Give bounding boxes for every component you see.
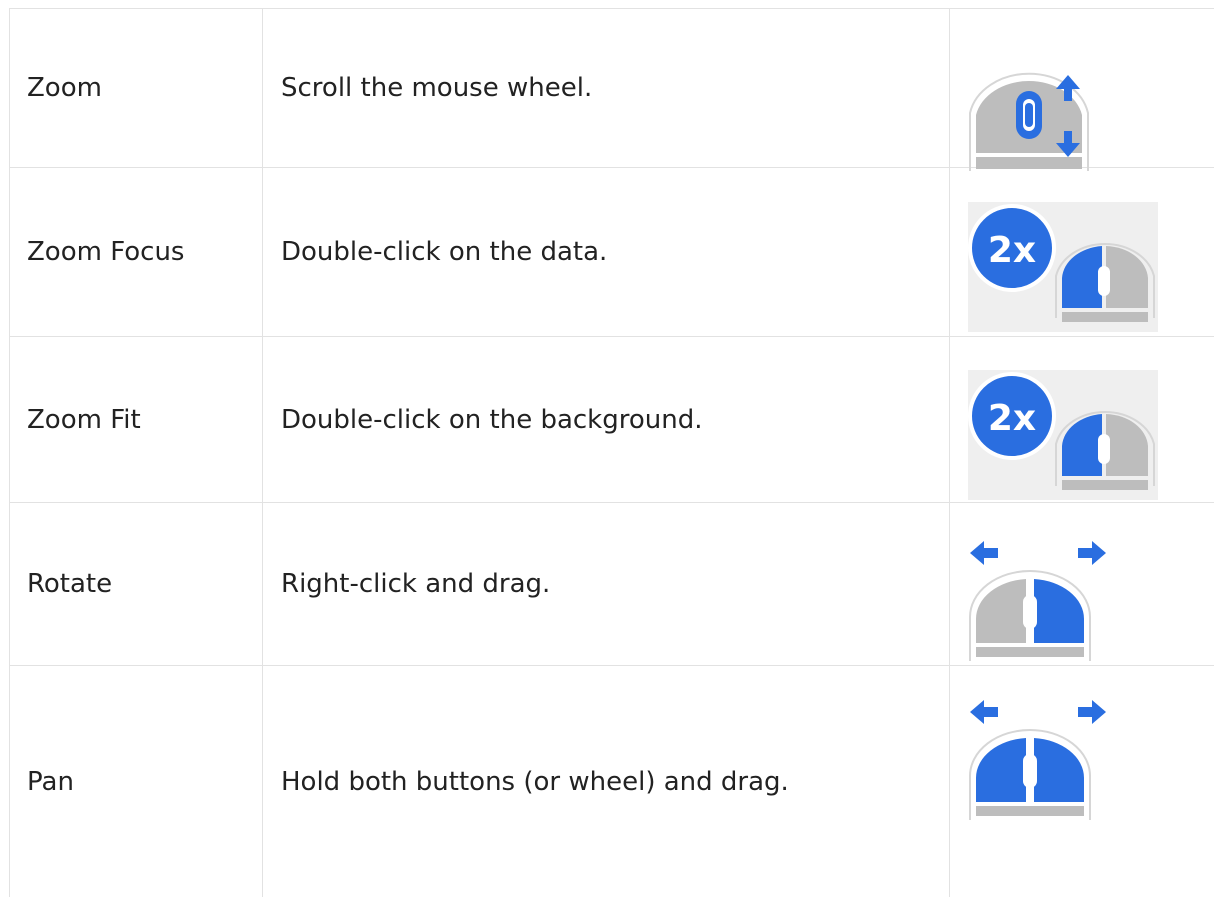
mouse-double-click-icon: 2x bbox=[968, 202, 1158, 332]
mouse-controls-table: Zoom Scroll the mouse wheel. Zoom Focus … bbox=[0, 0, 1214, 897]
action-description: Double-click on the data. bbox=[281, 237, 608, 267]
action-label: Pan bbox=[27, 766, 74, 797]
double-click-badge-text: 2x bbox=[988, 398, 1036, 439]
action-description: Double-click on the background. bbox=[281, 404, 703, 435]
mouse-double-click-icon: 2x bbox=[968, 370, 1158, 500]
action-label: Zoom Fit bbox=[27, 404, 141, 435]
table-row-zoom: Zoom Scroll the mouse wheel. bbox=[0, 9, 1214, 171]
action-description: Scroll the mouse wheel. bbox=[281, 73, 593, 103]
mouse-both-buttons-drag-icon bbox=[968, 700, 1108, 822]
action-label: Zoom Focus bbox=[27, 237, 185, 267]
action-description: Hold both buttons (or wheel) and drag. bbox=[281, 766, 789, 797]
table-row-pan: Pan Hold both buttons (or wheel) and dra… bbox=[0, 666, 1214, 897]
action-description: Right-click and drag. bbox=[281, 569, 551, 599]
table-row-zoom-focus: Zoom Focus Double-click on the data. 2x bbox=[0, 168, 1214, 336]
table-row-rotate: Rotate Right-click and drag. bbox=[0, 503, 1214, 665]
mouse-scroll-wheel-icon bbox=[968, 61, 1090, 173]
mouse-right-drag-icon bbox=[968, 541, 1108, 663]
action-label: Zoom bbox=[27, 73, 102, 103]
action-label: Rotate bbox=[27, 569, 113, 599]
table-row-zoom-fit: Zoom Fit Double-click on the background.… bbox=[0, 337, 1214, 502]
double-click-badge-text: 2x bbox=[988, 230, 1036, 271]
